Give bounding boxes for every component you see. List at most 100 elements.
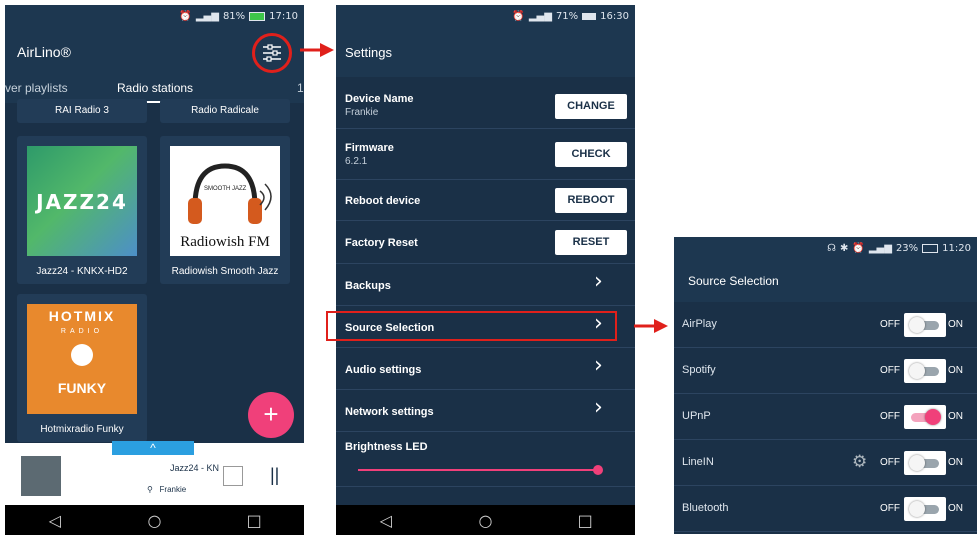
battery-percent: 81% xyxy=(222,10,246,22)
sliders-glyph xyxy=(263,44,281,62)
station-card-jazz24[interactable]: JAZZ24 Jazz24 - KNKX-HD2 xyxy=(17,136,147,284)
tab-next[interactable]: 1 xyxy=(297,81,304,95)
battery-icon xyxy=(249,11,266,21)
station-card-radio-radicale[interactable]: Radio Radicale xyxy=(160,99,290,123)
source-row-linein: LineIN ⚙ OFF ON xyxy=(674,440,977,486)
sliders-icon[interactable] xyxy=(252,33,292,73)
nav-back-icon[interactable]: ◁ xyxy=(40,511,70,530)
chevron-right-icon: › xyxy=(594,353,603,378)
alarm-icon: ⏰ xyxy=(179,10,192,22)
link-icon: ⚲ xyxy=(147,485,153,494)
check-button[interactable]: CHECK xyxy=(555,142,627,167)
on-label: ON xyxy=(948,365,963,376)
tab-radio-stations[interactable]: Radio stations xyxy=(117,81,193,95)
expand-player-handle[interactable]: ^ xyxy=(112,441,194,455)
source-row-upnp: UPnP OFF ON xyxy=(674,394,977,440)
setting-reboot: Reboot device REBOOT xyxy=(336,180,635,221)
clock: 17:10 xyxy=(269,10,298,22)
change-button[interactable]: CHANGE xyxy=(555,94,627,119)
on-label: ON xyxy=(948,503,963,514)
reboot-button[interactable]: REBOOT xyxy=(555,188,627,213)
setting-label: Audio settings xyxy=(345,364,422,376)
alarm-icon: ⏰ xyxy=(852,242,865,254)
setting-label: Brightness LED xyxy=(345,441,428,453)
phone-source-selection: ☊ ✱ ⏰ ▂▄▆ 23% 11:20 Source Selection Air… xyxy=(674,237,977,534)
setting-label: Device Name xyxy=(345,93,414,105)
brightness-slider-track[interactable] xyxy=(358,469,598,471)
source-label: Bluetooth xyxy=(682,502,729,514)
chevron-right-icon: › xyxy=(594,395,603,420)
toggle-knob xyxy=(909,455,925,471)
setting-value: Frankie xyxy=(345,107,379,118)
source-toggle[interactable] xyxy=(904,405,946,429)
battery-icon xyxy=(582,12,597,20)
nav-home-icon[interactable]: ○ xyxy=(470,511,500,530)
battery-percent: 23% xyxy=(895,242,919,254)
source-label: Spotify xyxy=(682,364,716,376)
off-label: OFF xyxy=(880,365,900,376)
page-title: Settings xyxy=(345,44,392,60)
setting-brightness-led: Brightness LED xyxy=(336,432,635,487)
setting-backups[interactable]: Backups › xyxy=(336,264,635,306)
nav-recent-icon[interactable]: □ xyxy=(570,511,600,530)
bluetooth-icon: ✱ xyxy=(840,242,849,254)
signal-icon: ▂▄▆ xyxy=(868,242,892,254)
station-card-hotmix-funky[interactable]: HOTMIX RADIO FUNKY Hotmixradio Funky xyxy=(17,294,147,442)
gear-icon[interactable]: ⚙ xyxy=(852,452,867,472)
source-row-bluetooth: Bluetooth OFF ON xyxy=(674,486,977,532)
add-station-button[interactable]: + xyxy=(248,392,294,438)
setting-firmware: Firmware 6.2.1 CHECK xyxy=(336,129,635,180)
setting-network[interactable]: Network settings › xyxy=(336,390,635,432)
page-title: Source Selection xyxy=(688,273,779,288)
app-bar: Settings xyxy=(336,27,635,77)
pause-button[interactable]: || xyxy=(270,465,279,486)
cover-text: JAZZ24 xyxy=(36,190,128,214)
source-toggle[interactable] xyxy=(904,451,946,475)
source-row-spotify: Spotify OFF ON xyxy=(674,348,977,394)
clock: 16:30 xyxy=(600,10,629,22)
status-bar: ☊ ✱ ⏰ ▂▄▆ 23% 11:20 xyxy=(674,237,977,259)
station-cover: JAZZ24 xyxy=(27,146,137,256)
off-label: OFF xyxy=(880,457,900,468)
headset-icon: ☊ xyxy=(827,242,837,254)
station-name: RAI Radio 3 xyxy=(55,105,109,116)
tab-playlists[interactable]: ver playlists xyxy=(5,81,68,95)
source-toggle[interactable] xyxy=(904,359,946,383)
setting-label: Factory Reset xyxy=(345,237,418,249)
chevron-right-icon: › xyxy=(594,269,603,294)
arrow-right-icon xyxy=(300,43,334,57)
toggle-knob xyxy=(909,317,925,333)
setting-label: Reboot device xyxy=(345,195,421,207)
signal-icon: ▂▄▆ xyxy=(195,10,219,22)
cover-text: Radiowish FM xyxy=(180,234,270,250)
setting-audio[interactable]: Audio settings › xyxy=(336,348,635,390)
app-bar: AirLino® xyxy=(5,27,304,77)
toggle-knob xyxy=(925,409,941,425)
now-playing-title: Jazz24 - KN xyxy=(170,463,220,473)
source-toggle[interactable] xyxy=(904,497,946,521)
off-label: OFF xyxy=(880,503,900,514)
station-card-rai-radio-3[interactable]: RAI Radio 3 xyxy=(17,99,147,123)
reset-button[interactable]: RESET xyxy=(555,230,627,255)
app-bar: Source Selection xyxy=(674,259,977,302)
toggle-knob xyxy=(909,363,925,379)
off-label: OFF xyxy=(880,411,900,422)
flame-icon xyxy=(71,344,93,366)
brightness-slider-thumb[interactable] xyxy=(593,465,603,475)
setting-label: Network settings xyxy=(345,406,434,418)
station-cover: SMOOTH JAZZ Radiowish FM xyxy=(170,146,280,256)
nav-home-icon[interactable]: ○ xyxy=(139,511,169,530)
cover-bottom-text: FUNKY xyxy=(57,380,107,396)
station-card-radiowish[interactable]: SMOOTH JAZZ Radiowish FM Radiowish Smoot… xyxy=(160,136,290,284)
stop-button[interactable] xyxy=(223,466,243,486)
clock: 11:20 xyxy=(942,242,971,254)
nav-recent-icon[interactable]: □ xyxy=(239,511,269,530)
source-toggle[interactable] xyxy=(904,313,946,337)
source-label: LineIN xyxy=(682,456,714,468)
off-label: OFF xyxy=(880,319,900,330)
toggle-knob xyxy=(909,501,925,517)
now-playing-device: ⚲ Frankie xyxy=(147,485,186,494)
system-nav-bar: ◁ ○ □ xyxy=(336,505,635,535)
nav-back-icon[interactable]: ◁ xyxy=(371,511,401,530)
on-label: ON xyxy=(948,411,963,422)
